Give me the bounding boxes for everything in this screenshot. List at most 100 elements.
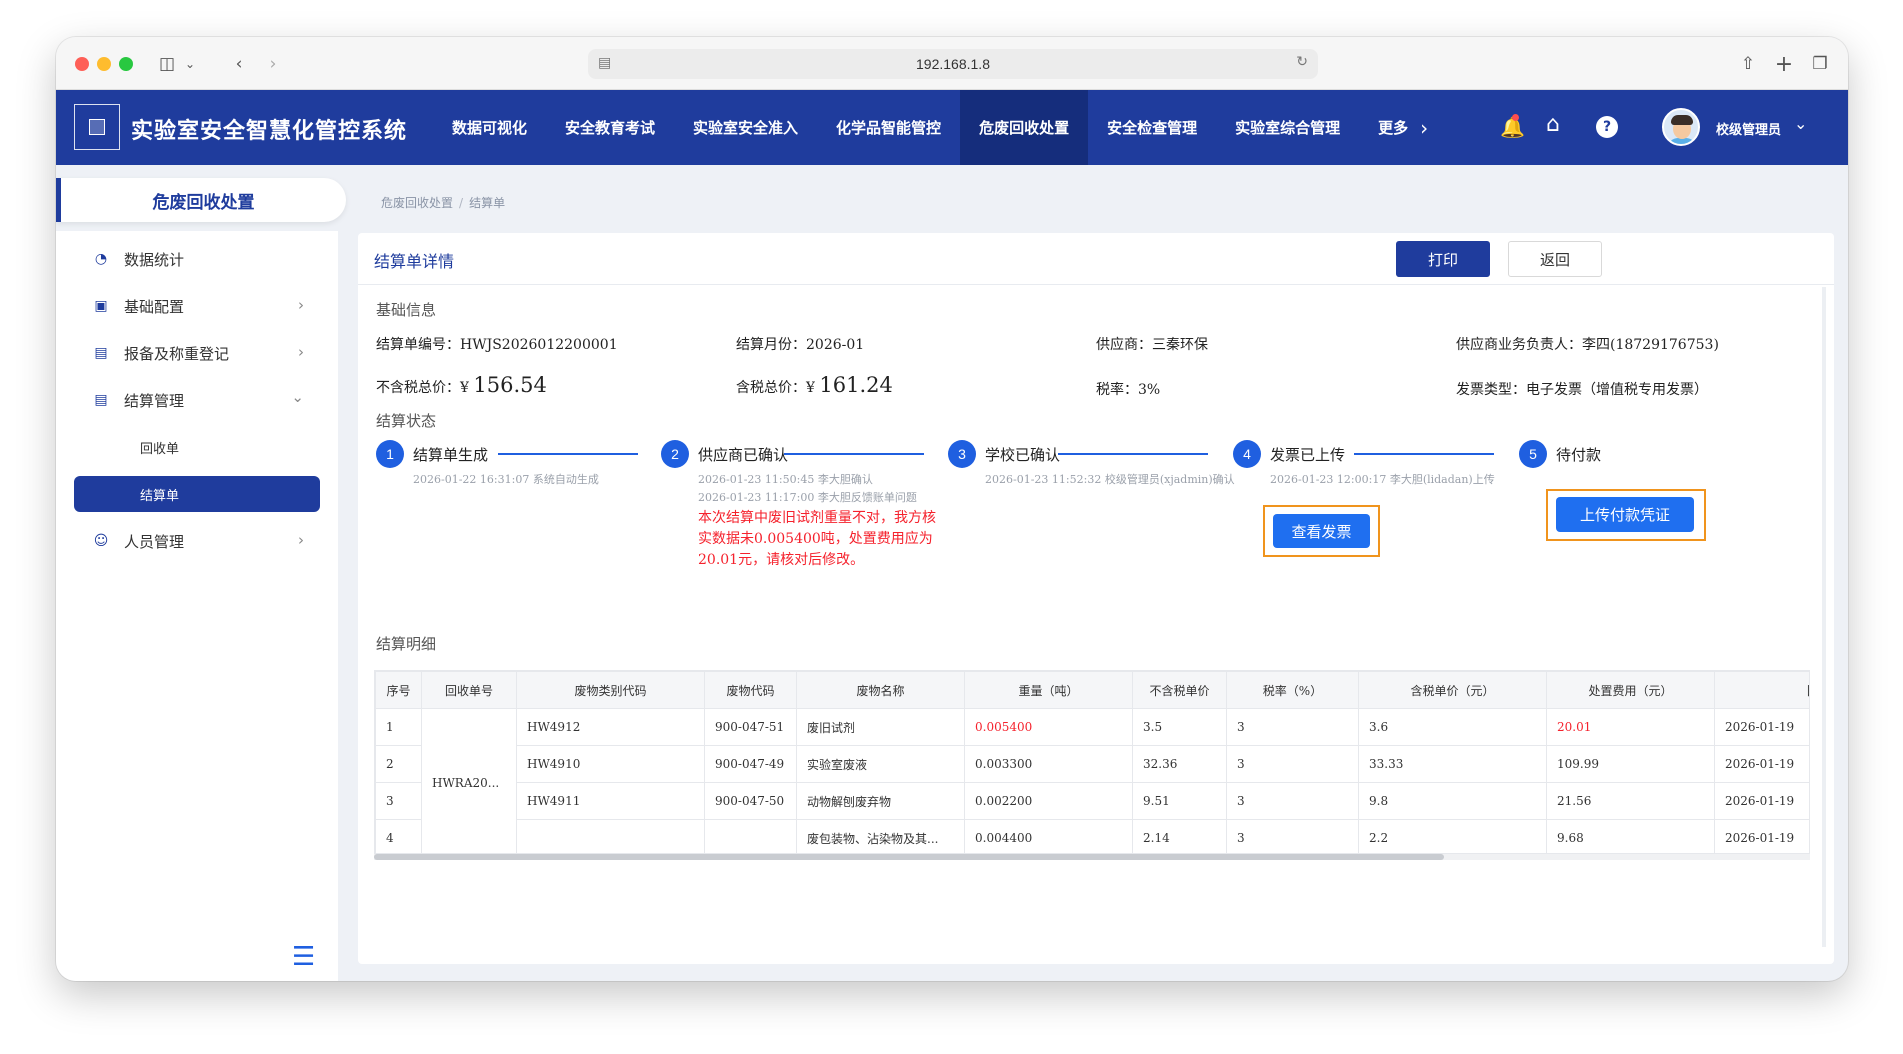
sidebar-toggle-icon[interactable]: ◫ xyxy=(152,51,182,77)
chevron-down-icon[interactable]: ⌄ xyxy=(182,51,198,77)
nav-item-visualization[interactable]: 数据可视化 xyxy=(433,90,546,165)
minimize-window-button[interactable] xyxy=(97,57,111,71)
zoom-window-button[interactable] xyxy=(119,57,133,71)
browser-window: ◫ ⌄ ‹ › ▤ 192.168.1.8 ↻ ⇧ + ❐ 实验室安全智慧化管控… xyxy=(56,37,1848,981)
share-icon[interactable]: ⇧ xyxy=(1736,51,1760,77)
settlement-detail-card: 结算单详情 打印 返回 基础信息 结算单编号：HWJS2026012200001… xyxy=(358,233,1834,964)
nav-item-more[interactable]: 更多 › xyxy=(1359,90,1447,165)
section-basic-info: 基础信息 xyxy=(376,301,437,319)
back-icon[interactable]: ‹ xyxy=(228,51,250,77)
section-status: 结算状态 xyxy=(376,412,437,430)
avatar[interactable] xyxy=(1662,108,1700,146)
chevron-right-icon: › xyxy=(298,531,304,549)
sidebar-item-settlement[interactable]: ▤ 结算管理 ⌄ xyxy=(74,382,324,418)
sidebar-item-basic-config[interactable]: ▣ 基础配置 › xyxy=(74,288,324,324)
cell-code xyxy=(704,819,797,853)
breadcrumb-item[interactable]: 危废回收处置 xyxy=(381,196,453,210)
pie-chart-icon: ◔ xyxy=(94,251,108,267)
nav-item-safety-exam[interactable]: 安全教育考试 xyxy=(546,90,674,165)
cell-category: HW4910 xyxy=(516,745,705,783)
sidebar-item-label: 数据统计 xyxy=(124,250,185,269)
cell-category xyxy=(516,819,705,853)
column-header: 税率（%） xyxy=(1226,671,1359,709)
cell-tax-rate: 3 xyxy=(1226,819,1359,853)
sidebar-item-label: 报备及称重登记 xyxy=(124,344,230,363)
column-header: 序号 xyxy=(375,671,422,709)
info-invoice-type: 发票类型：电子发票（增值税专用发票） xyxy=(1456,382,1708,398)
cell-code: 900-047-49 xyxy=(704,745,797,783)
table-header-row: 序号 回收单号 废物类别代码 废物代码 废物名称 重量（吨） 不含税单价 税率（… xyxy=(375,671,1809,709)
upload-payment-proof-button[interactable]: 上传付款凭证 xyxy=(1556,497,1694,532)
document-icon: ▤ xyxy=(94,345,108,361)
nav-item-chemicals[interactable]: 化学品智能管控 xyxy=(817,90,960,165)
home-icon[interactable]: ⌂ xyxy=(1546,112,1560,137)
user-name[interactable]: 校级管理员 xyxy=(1716,119,1781,138)
breadcrumb-item-current: 结算单 xyxy=(469,196,506,210)
cell-date: 2026-01-19 xyxy=(1714,819,1809,853)
vertical-scrollbar[interactable] xyxy=(1822,287,1826,947)
step-title: 待付款 xyxy=(1556,446,1602,464)
new-tab-icon[interactable]: + xyxy=(1772,51,1796,77)
step-connector xyxy=(1354,453,1494,455)
nav-item-lab-management[interactable]: 实验室综合管理 xyxy=(1216,90,1359,165)
sidebar-item-registration[interactable]: ▤ 报备及称重登记 › xyxy=(74,335,324,371)
cell-weight: 0.005400 xyxy=(964,708,1133,746)
cell-category: HW4912 xyxy=(516,708,705,746)
forward-icon[interactable]: › xyxy=(262,51,284,77)
chevron-down-icon[interactable]: ⌄ xyxy=(1794,114,1807,133)
nav-item-lab-access[interactable]: 实验室安全准入 xyxy=(674,90,817,165)
cell-no: 4 xyxy=(375,819,422,853)
sidebar-subitem-recycle-order[interactable]: 回收单 xyxy=(74,429,320,465)
cell-weight: 0.002200 xyxy=(964,782,1133,820)
sidebar: ◔ 数据统计 ▣ 基础配置 › ▤ 报备及称重登记 › ▤ 结算管理 ⌄ 回收单… xyxy=(56,231,338,981)
table-row: 3 HW4911 900-047-50 动物解刨废弃物 0.002200 9.5… xyxy=(375,782,1809,820)
sidebar-item-statistics[interactable]: ◔ 数据统计 xyxy=(74,241,324,277)
info-pretax-total: 不含税总价：¥ 156.54 xyxy=(376,373,547,397)
step-number: 3 xyxy=(948,440,976,468)
sidebar-subitem-settlement-order[interactable]: 结算单 xyxy=(74,476,320,512)
reload-icon[interactable]: ↻ xyxy=(1296,54,1308,70)
address-bar[interactable]: ▤ 192.168.1.8 ↻ xyxy=(588,49,1318,79)
help-icon[interactable]: ? xyxy=(1596,116,1618,138)
card-title: 结算单详情 xyxy=(374,252,455,271)
cell-recycle-order-no[interactable]: HWRA20... xyxy=(421,708,517,853)
step-meta: 2026-01-23 12:00:17 李大胆(lidadan)上传 xyxy=(1270,473,1495,486)
nav-item-hazardous-waste[interactable]: 危废回收处置 xyxy=(960,90,1089,165)
cell-category: HW4911 xyxy=(516,782,705,820)
sidebar-item-label: 基础配置 xyxy=(124,297,185,316)
cell-name: 实验室废液 xyxy=(796,745,965,783)
cell-tax-price: 9.8 xyxy=(1358,782,1547,820)
table-row: 1 HWRA20... HW4912 900-047-51 废旧试剂 0.005… xyxy=(375,708,1809,853)
close-window-button[interactable] xyxy=(75,57,89,71)
tab-overview-icon[interactable]: ❐ xyxy=(1808,51,1832,77)
step-title: 发票已上传 xyxy=(1270,446,1346,464)
cell-tax-price: 33.33 xyxy=(1358,745,1547,783)
step-number: 1 xyxy=(376,440,404,468)
sidebar-item-personnel[interactable]: ☺ 人员管理 › xyxy=(74,523,324,559)
nav-item-inspection[interactable]: 安全检查管理 xyxy=(1088,90,1216,165)
step-number: 2 xyxy=(661,440,689,468)
info-tax-total: 含税总价：¥ 161.24 xyxy=(736,373,893,397)
chevron-right-icon: › xyxy=(298,296,304,314)
step-meta: 2026-01-22 16:31:07 系统自动生成 xyxy=(413,473,599,486)
section-detail: 结算明细 xyxy=(376,635,437,653)
column-header: 重量（吨） xyxy=(964,671,1133,709)
step-meta: 2026-01-23 11:50:45 李大胆确认 2026-01-23 11:… xyxy=(698,473,917,504)
back-button[interactable]: 返回 xyxy=(1508,241,1602,277)
step-connector xyxy=(1058,453,1208,455)
print-button[interactable]: 打印 xyxy=(1396,241,1490,277)
table-row: 4 废包装物、沾染物及其... 0.004400 2.14 3 2.2 9.68… xyxy=(375,819,1809,853)
cell-unit-price: 9.51 xyxy=(1132,782,1227,820)
cell-tax-rate: 3 xyxy=(1226,708,1359,746)
cell-no: 3 xyxy=(375,782,422,820)
cell-unit-price: 2.14 xyxy=(1132,819,1227,853)
sidebar-title: 危废回收处置 xyxy=(56,178,346,222)
menu-collapse-icon[interactable]: ☰ xyxy=(292,942,315,972)
view-invoice-button[interactable]: 查看发票 xyxy=(1273,514,1370,548)
horizontal-scrollbar[interactable] xyxy=(374,854,1810,860)
notification-dot xyxy=(1512,114,1519,121)
document-icon: ▤ xyxy=(94,392,108,408)
app-title: 实验室安全智慧化管控系统 xyxy=(131,119,408,144)
scrollbar-thumb[interactable] xyxy=(374,854,1444,860)
cell-code: 900-047-51 xyxy=(704,708,797,746)
